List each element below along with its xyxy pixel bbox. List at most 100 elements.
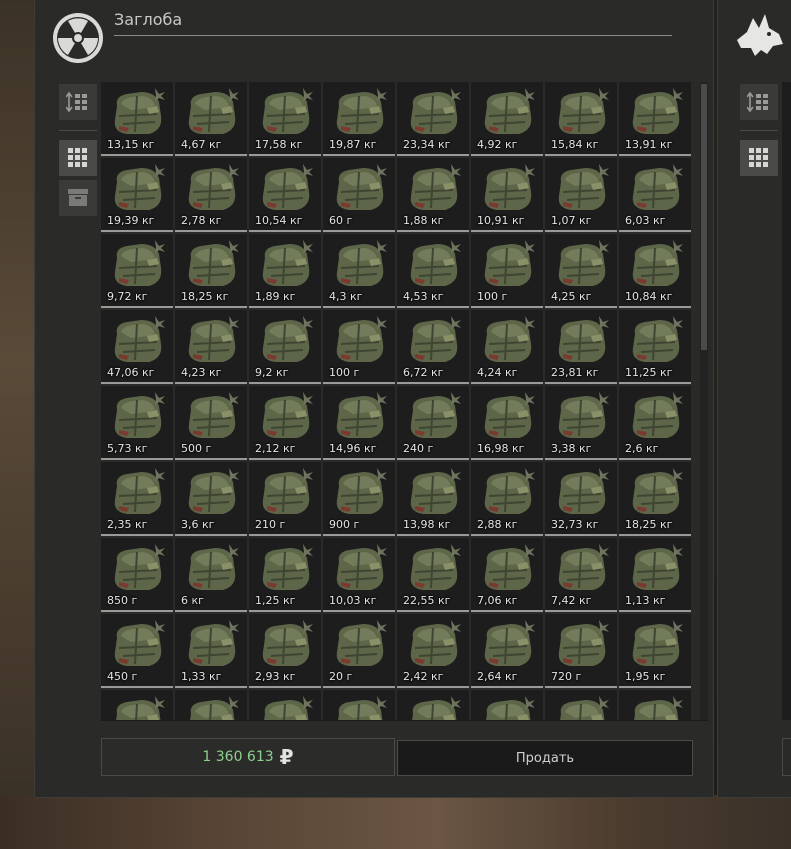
inventory-item[interactable] bbox=[249, 690, 321, 720]
bag-icon bbox=[264, 696, 313, 720]
inventory-item[interactable]: 4,3 кг bbox=[323, 234, 395, 308]
inventory-item[interactable]: 60 г bbox=[323, 158, 395, 232]
inventory-item[interactable]: 1,89 кг bbox=[249, 234, 321, 308]
inventory-item[interactable] bbox=[397, 690, 469, 720]
inventory-item[interactable]: 13,98 кг bbox=[397, 462, 469, 536]
bag-icon bbox=[410, 544, 461, 590]
inventory-item[interactable]: 100 г bbox=[471, 234, 543, 308]
item-weight: 16,98 кг bbox=[477, 442, 525, 455]
inventory-item[interactable]: 23,34 кг bbox=[397, 82, 469, 156]
inventory-item[interactable]: 3,6 кг bbox=[175, 462, 247, 536]
inventory-item[interactable]: 900 г bbox=[323, 462, 395, 536]
inventory-item[interactable]: 32,73 кг bbox=[545, 462, 617, 536]
inventory-item[interactable]: 4,24 кг bbox=[471, 310, 543, 384]
inventory-item[interactable] bbox=[175, 690, 247, 720]
inventory-item[interactable]: 720 г bbox=[545, 614, 617, 688]
bag-icon bbox=[114, 88, 165, 134]
inventory-item[interactable]: 500 г bbox=[175, 386, 247, 460]
inventory-item[interactable]: 100 г bbox=[323, 310, 395, 384]
bag-icon bbox=[336, 620, 387, 666]
inventory-item[interactable]: 1,88 кг bbox=[397, 158, 469, 232]
inventory-item[interactable]: 13,15 кг bbox=[101, 82, 173, 156]
inventory-item[interactable]: 17,58 кг bbox=[249, 82, 321, 156]
sort-button-right[interactable] bbox=[740, 84, 778, 120]
inventory-item[interactable]: 4,92 кг bbox=[471, 82, 543, 156]
item-weight: 22,55 кг bbox=[403, 594, 451, 607]
inventory-item[interactable]: 11,25 кг bbox=[619, 310, 691, 384]
background-bottom bbox=[0, 795, 791, 849]
item-weight: 17,58 кг bbox=[255, 138, 303, 151]
item-weight: 10,84 кг bbox=[625, 290, 673, 303]
inventory-item[interactable]: 6,03 кг bbox=[619, 158, 691, 232]
sort-button[interactable] bbox=[59, 84, 97, 120]
inventory-item[interactable]: 4,67 кг bbox=[175, 82, 247, 156]
inventory-item[interactable]: 6,72 кг bbox=[397, 310, 469, 384]
inventory-item[interactable]: 22,55 кг bbox=[397, 538, 469, 612]
bag-icon bbox=[188, 164, 239, 210]
inventory-item[interactable]: 2,35 кг bbox=[101, 462, 173, 536]
inventory-item[interactable]: 2,64 кг bbox=[471, 614, 543, 688]
inventory-item[interactable]: 3,38 кг bbox=[545, 386, 617, 460]
inventory-item[interactable]: 5,73 кг bbox=[101, 386, 173, 460]
inventory-item[interactable]: 13,91 кг bbox=[619, 82, 691, 156]
inventory-item[interactable]: 9,2 кг bbox=[249, 310, 321, 384]
inventory-item[interactable]: 10,54 кг bbox=[249, 158, 321, 232]
inventory-item[interactable]: 4,23 кг bbox=[175, 310, 247, 384]
inventory-item[interactable]: 18,25 кг bbox=[619, 462, 691, 536]
inventory-item[interactable]: 7,06 кг bbox=[471, 538, 543, 612]
inventory-item[interactable]: 2,78 кг bbox=[175, 158, 247, 232]
inventory-item[interactable]: 1,33 кг bbox=[175, 614, 247, 688]
inventory-item[interactable]: 240 г bbox=[397, 386, 469, 460]
inventory-item[interactable]: 10,03 кг bbox=[323, 538, 395, 612]
inventory-item[interactable]: 10,91 кг bbox=[471, 158, 543, 232]
bag-icon bbox=[486, 696, 535, 720]
inventory-item[interactable]: 2,88 кг bbox=[471, 462, 543, 536]
inventory-item[interactable]: 7,42 кг bbox=[545, 538, 617, 612]
inventory-item[interactable]: 1,13 кг bbox=[619, 538, 691, 612]
inventory-item[interactable]: 6 кг bbox=[175, 538, 247, 612]
sell-button[interactable]: Продать bbox=[397, 740, 693, 776]
inventory-item[interactable]: 16,98 кг bbox=[471, 386, 543, 460]
inventory-item[interactable]: 1,07 кг bbox=[545, 158, 617, 232]
grid-view-button[interactable] bbox=[59, 140, 97, 176]
inventory-item[interactable]: 1,95 кг bbox=[619, 614, 691, 688]
bag-icon bbox=[336, 468, 387, 514]
inventory-item[interactable] bbox=[545, 690, 617, 720]
item-weight: 19,87 кг bbox=[329, 138, 377, 151]
item-weight: 450 г bbox=[107, 670, 138, 683]
inventory-item[interactable]: 10,84 кг bbox=[619, 234, 691, 308]
bag-icon bbox=[558, 620, 609, 666]
inventory-item[interactable] bbox=[323, 690, 395, 720]
inventory-item[interactable]: 4,53 кг bbox=[397, 234, 469, 308]
inventory-item[interactable] bbox=[101, 690, 173, 720]
inventory-item[interactable]: 15,84 кг bbox=[545, 82, 617, 156]
inventory-item[interactable]: 850 г bbox=[101, 538, 173, 612]
inventory-item[interactable]: 1,25 кг bbox=[249, 538, 321, 612]
inventory-item[interactable]: 18,25 кг bbox=[175, 234, 247, 308]
inventory-item[interactable]: 450 г bbox=[101, 614, 173, 688]
bag-icon bbox=[484, 316, 535, 362]
box-icon bbox=[68, 189, 88, 206]
inventory-item[interactable] bbox=[471, 690, 543, 720]
bag-icon bbox=[632, 316, 683, 362]
scrollbar-thumb[interactable] bbox=[701, 84, 707, 350]
box-button[interactable] bbox=[59, 180, 97, 216]
inventory-item[interactable] bbox=[619, 690, 691, 720]
inventory-item[interactable]: 23,81 кг bbox=[545, 310, 617, 384]
wolf-icon bbox=[737, 14, 783, 56]
inventory-item[interactable]: 2,6 кг bbox=[619, 386, 691, 460]
item-weight: 13,98 кг bbox=[403, 518, 451, 531]
inventory-item[interactable]: 210 г bbox=[249, 462, 321, 536]
grid-view-button-right[interactable] bbox=[740, 140, 778, 176]
inventory-item[interactable]: 2,12 кг bbox=[249, 386, 321, 460]
inventory-item[interactable]: 47,06 кг bbox=[101, 310, 173, 384]
inventory-item[interactable]: 19,39 кг bbox=[101, 158, 173, 232]
inventory-item[interactable]: 2,93 кг bbox=[249, 614, 321, 688]
inventory-item[interactable]: 4,25 кг bbox=[545, 234, 617, 308]
inventory-item[interactable]: 2,42 кг bbox=[397, 614, 469, 688]
inventory-item[interactable]: 20 г bbox=[323, 614, 395, 688]
inventory-item[interactable]: 19,87 кг bbox=[323, 82, 395, 156]
inventory-item[interactable]: 9,72 кг bbox=[101, 234, 173, 308]
inventory-item[interactable]: 14,96 кг bbox=[323, 386, 395, 460]
item-weight: 3,6 кг bbox=[181, 518, 215, 531]
